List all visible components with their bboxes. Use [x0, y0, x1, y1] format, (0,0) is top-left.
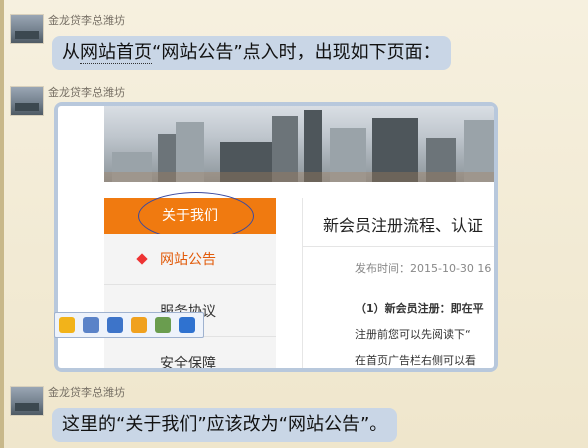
article-line: 在首页广告栏右侧可以看 [355, 354, 476, 367]
message-text-post: “网站公告”点入时，出现如下页面： [152, 42, 441, 63]
annotation-circle [138, 192, 254, 240]
diamond-bullet-icon [136, 253, 148, 265]
avatar[interactable] [10, 86, 44, 116]
avatar[interactable] [10, 14, 44, 44]
nav-item-label: 安全保障 [160, 356, 216, 368]
message-bubble[interactable]: 这里的“关于我们”应该改为“网站公告”。 [52, 408, 398, 442]
image-icon[interactable] [155, 317, 171, 333]
article-panel: 新会员注册流程、认证 发布时间：2015-10-30 16 （1）新会员注册：即… [302, 198, 494, 368]
article-date: 发布时间：2015-10-30 16 [355, 262, 492, 275]
nav-item-security[interactable]: 安全保障 [104, 338, 276, 368]
message-text-pre: 从 [62, 42, 80, 63]
nav-item-announcements[interactable]: 网站公告 [104, 234, 276, 285]
screen-icon[interactable] [107, 317, 123, 333]
sender-name: 金龙贷李总潍坊 [48, 14, 125, 27]
message-bubble[interactable]: 从网站首页“网站公告”点入时，出现如下页面： [52, 36, 451, 70]
smile-icon[interactable] [131, 317, 147, 333]
nav-tab-about[interactable]: 关于我们 [104, 192, 276, 240]
article-title[interactable]: 新会员注册流程、认证 [323, 212, 483, 236]
emoji-icon[interactable] [59, 317, 75, 333]
bookmark-icon[interactable] [179, 317, 195, 333]
article-line: （1）新会员注册：即在平 [355, 302, 484, 315]
message-link[interactable]: 网站首页 [80, 42, 152, 64]
avatar[interactable] [10, 386, 44, 416]
city-banner-image [104, 106, 494, 182]
article-line: 注册前您可以先阅读下“ [355, 328, 471, 341]
image-toolbar [54, 312, 204, 338]
nav-item-label: 网站公告 [160, 252, 216, 268]
sender-name: 金龙贷李总潍坊 [48, 86, 125, 99]
sender-name: 金龙贷李总潍坊 [48, 386, 125, 399]
save-icon[interactable] [83, 317, 99, 333]
side-navigation: 关于我们 网站公告 服务协议 安全保障 [104, 192, 276, 368]
window-edge [0, 0, 4, 448]
divider [303, 246, 494, 247]
